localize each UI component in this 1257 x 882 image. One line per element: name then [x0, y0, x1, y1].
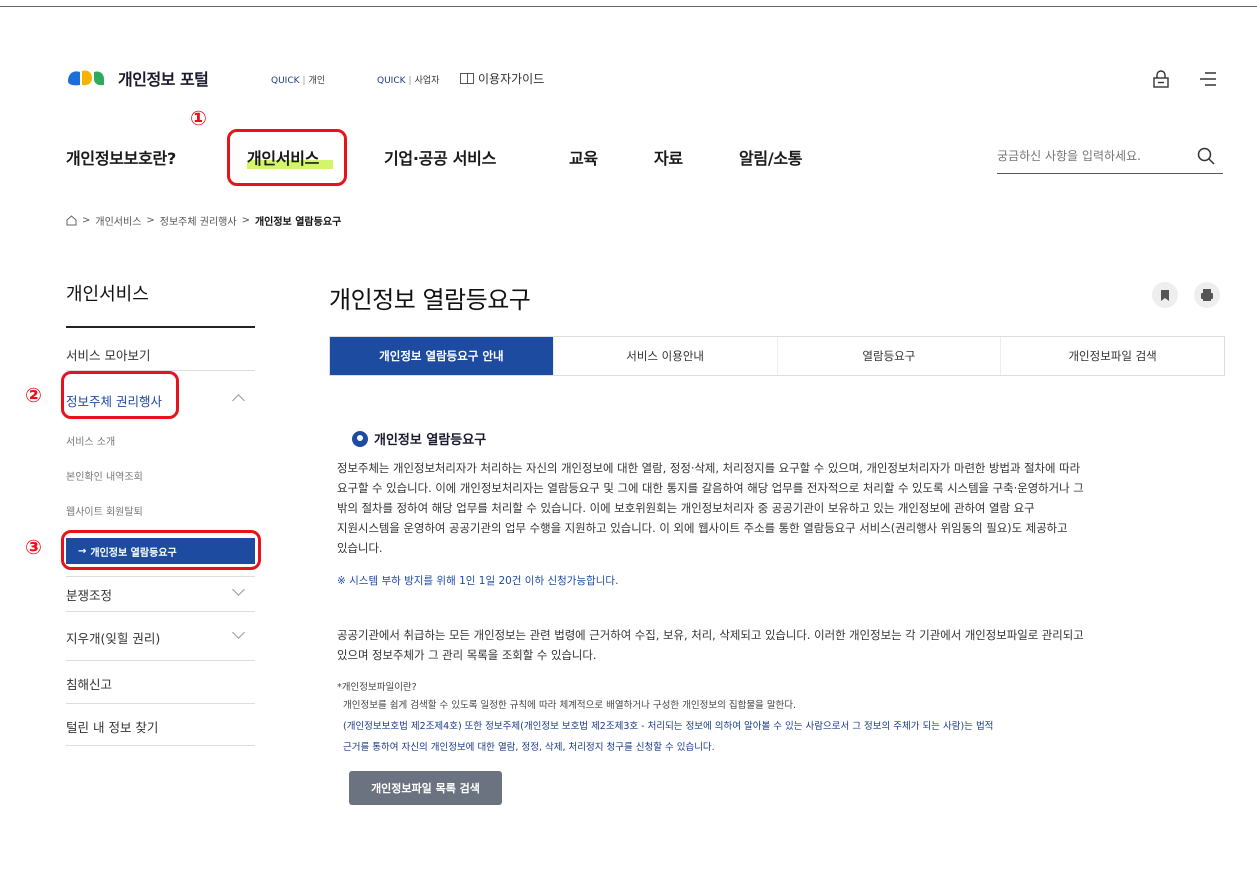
- section-title-text: 개인정보 열람등요구: [374, 433, 487, 448]
- definition-title: *개인정보파일이란?: [337, 682, 417, 693]
- bookmark-button[interactable]: [1152, 282, 1178, 308]
- lock-icon[interactable]: [1153, 70, 1169, 88]
- quick-tag: QUICK: [377, 76, 406, 86]
- sidebar-item-eraser[interactable]: 지우개(잊힐 권리): [66, 626, 255, 647]
- intro-paragraph: 정보주체는 개인정보처리자가 처리하는 자신의 개인정보에 대한 열람, 정정·…: [337, 458, 1207, 558]
- sidebar-item-service-overview[interactable]: 서비스 모아보기: [66, 345, 255, 364]
- paragraph-line: 밖의 절차를 정하여 해당 업무를 처리할 수 있습니다. 이에 보호위원회는 …: [337, 501, 1035, 515]
- sidebar-divider: [66, 576, 255, 577]
- gnb-item-education[interactable]: 교육: [569, 145, 598, 169]
- sidebar-divider: [66, 745, 255, 746]
- page-title: 개인정보 열람등요구: [329, 286, 531, 314]
- logo-icon[interactable]: [66, 67, 114, 87]
- sidebar-divider: [66, 660, 255, 661]
- quick-label: 사업자: [414, 76, 440, 86]
- definition-line: 근거를 통하여 자신의 개인정보에 대한 열람, 정정, 삭제, 처리정지 청구…: [343, 742, 715, 753]
- sidebar-subitem-identity-history[interactable]: 본인확인 내역조회: [66, 468, 143, 483]
- quick-individual-link[interactable]: QUICK | 개인: [271, 73, 325, 86]
- sidebar-divider: [66, 703, 255, 704]
- tab-access-request[interactable]: 열람등요구: [778, 337, 1002, 375]
- gnb-item-privacy[interactable]: 개인정보보호란?: [66, 145, 176, 169]
- print-button[interactable]: [1194, 282, 1220, 308]
- bookmark-icon: [1161, 290, 1169, 301]
- breadcrumb: > 개인서비스 > 정보주체 권리행사 > 개인정보 열람등요구: [66, 213, 341, 228]
- breadcrumb-current: 개인정보 열람등요구: [254, 217, 342, 228]
- logo-text[interactable]: 개인정보 포털: [118, 66, 209, 90]
- chevron-down-icon: [232, 626, 245, 639]
- breadcrumb-item[interactable]: 정보주체 권리행사: [160, 213, 237, 228]
- section-title: 개인정보 열람등요구: [352, 429, 486, 448]
- sidebar-item-report[interactable]: 침해신고: [66, 674, 255, 693]
- public-info-paragraph: 공공기관에서 취급하는 모든 개인정보는 관련 법령에 근거하여 수집, 보유,…: [337, 625, 1207, 665]
- paragraph-line: 있으며 정보주체가 그 관리 목록을 조회할 수 있습니다.: [337, 648, 597, 662]
- tab-service-guide[interactable]: 서비스 이용안내: [554, 337, 778, 375]
- paragraph-line: 지원시스템을 운영하여 공공기관의 업무 수행을 지원하고 있습니다. 이 외에…: [337, 521, 1068, 535]
- sidebar-title-line: [66, 326, 255, 328]
- chevron-down-icon: [232, 583, 245, 596]
- paragraph-line: 정보주체는 개인정보처리자가 처리하는 자신의 개인정보에 대한 열람, 정정·…: [337, 461, 1081, 475]
- book-icon: [460, 73, 474, 84]
- annotation-number-3: ③: [25, 535, 42, 559]
- annotation-number-2: ②: [25, 383, 42, 407]
- search-box: [997, 140, 1223, 174]
- print-icon: [1201, 289, 1213, 301]
- breadcrumb-item[interactable]: 개인서비스: [95, 213, 141, 228]
- sidebar-item-label: 지우개(잊힐 권리): [66, 631, 161, 646]
- sidebar-title: 개인서비스: [66, 284, 149, 305]
- gnb-item-resources[interactable]: 자료: [654, 145, 683, 169]
- limit-note: ※ 시스템 부하 방지를 위해 1인 1일 20건 이하 신청가능합니다.: [337, 575, 619, 587]
- sidebar-divider: [66, 611, 255, 612]
- quick-tag: QUICK: [271, 76, 300, 86]
- top-divider: [0, 6, 1257, 7]
- location-pin-icon: [352, 430, 368, 447]
- tab-access-request-guide[interactable]: 개인정보 열람등요구 안내: [330, 337, 554, 375]
- annotation-box-2: [61, 371, 179, 419]
- paragraph-line: 있습니다.: [337, 541, 383, 555]
- user-guide-link[interactable]: 이용자가이드: [460, 70, 544, 87]
- sidebar-item-leaked-info[interactable]: 털린 내 정보 찾기: [66, 717, 255, 736]
- annotation-box-1: [227, 129, 347, 186]
- definition-line: (개인정보보호법 제2조제4호) 또한 정보주체(개인정보 보호법 제2조제3호…: [343, 721, 994, 732]
- paragraph-line: 요구할 수 있습니다. 이에 개인정보처리자는 열람등요구 및 그에 대한 통지…: [337, 481, 1084, 495]
- menu-icon[interactable]: [1199, 71, 1217, 87]
- sidebar-subitem-website-withdrawal[interactable]: 웹사이트 회원탈퇴: [66, 503, 143, 518]
- home-icon[interactable]: [66, 215, 77, 226]
- quick-business-link[interactable]: QUICK | 사업자: [377, 73, 439, 86]
- sidebar-item-dispute[interactable]: 분쟁조정: [66, 583, 255, 604]
- search-input[interactable]: [997, 144, 1187, 168]
- gnb-item-notice[interactable]: 알림/소통: [739, 145, 803, 169]
- tab-bar: 개인정보 열람등요구 안내 서비스 이용안내 열람등요구 개인정보파일 검색: [329, 336, 1225, 376]
- file-list-search-button[interactable]: 개인정보파일 목록 검색: [349, 771, 502, 805]
- sidebar-item-label: 분쟁조정: [66, 588, 113, 603]
- gnb-item-business-public[interactable]: 기업·공공 서비스: [384, 145, 496, 169]
- tab-file-search[interactable]: 개인정보파일 검색: [1001, 337, 1224, 375]
- user-guide-label: 이용자가이드: [478, 72, 545, 86]
- annotation-number-1: ①: [190, 106, 207, 130]
- definition-line: 개인정보를 쉽게 검색할 수 있도록 일정한 규칙에 따라 체계적으로 배열하거…: [343, 700, 797, 711]
- search-icon[interactable]: [1197, 147, 1215, 165]
- chevron-up-icon: [232, 394, 245, 407]
- paragraph-line: 공공기관에서 취급하는 모든 개인정보는 관련 법령에 근거하여 수집, 보유,…: [337, 628, 1084, 642]
- quick-label: 개인: [308, 76, 326, 86]
- annotation-box-3: [61, 530, 261, 570]
- sidebar-subitem-intro[interactable]: 서비스 소개: [66, 433, 115, 448]
